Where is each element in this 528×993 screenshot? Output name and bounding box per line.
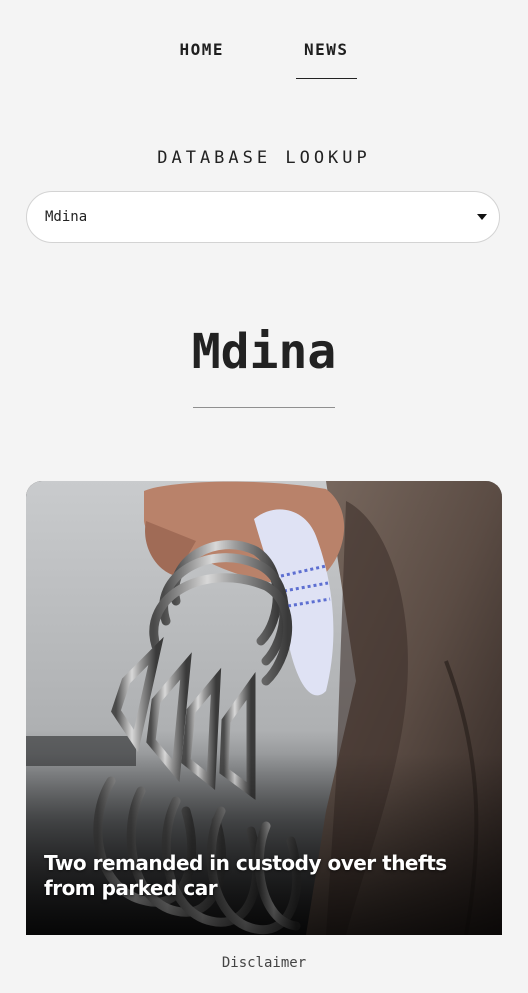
locality-select[interactable]: Mdina xyxy=(26,191,500,243)
heading-divider xyxy=(193,407,335,408)
nav-home-link[interactable]: HOME xyxy=(171,36,232,59)
locality-select-value: Mdina xyxy=(45,209,88,225)
page: HOME NEWS DATABASE LOOKUP Mdina Mdina Tw… xyxy=(0,0,528,993)
disclaimer-link[interactable]: Disclaimer xyxy=(0,955,528,971)
lookup-title: DATABASE LOOKUP xyxy=(157,148,371,168)
main-nav: HOME NEWS xyxy=(0,36,528,79)
page-title: Mdina xyxy=(191,324,337,381)
news-card-title: Two remanded in custody over thefts from… xyxy=(44,851,447,900)
caret-down-icon xyxy=(477,214,487,220)
nav-news-link[interactable]: NEWS xyxy=(296,36,357,79)
news-card[interactable]: Two remanded in custody over thefts from… xyxy=(26,481,502,935)
